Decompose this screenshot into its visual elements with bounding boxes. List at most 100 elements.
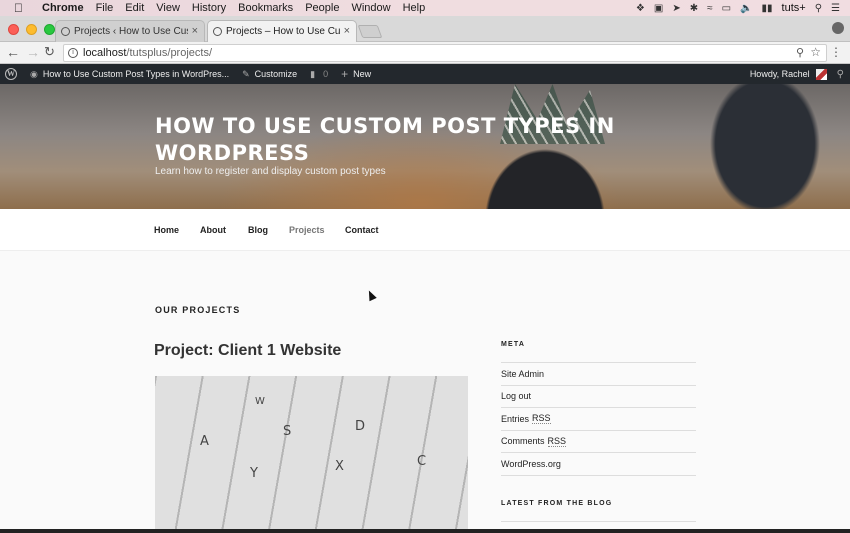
tab-strip: Projects ‹ How to Use Custom Post Types … xyxy=(0,16,850,42)
close-tab-icon[interactable]: × xyxy=(344,25,350,37)
spotlight-icon[interactable]: ⚲ xyxy=(815,3,822,14)
new-tab-button[interactable] xyxy=(357,25,383,38)
post-title[interactable]: Project: Client 1 Website xyxy=(154,342,341,360)
link-label: Site Admin xyxy=(501,368,545,379)
meta-widget-title: META xyxy=(501,341,526,348)
address-bar[interactable]: i localhost/tutsplus/projects/ ⚲ ☆ xyxy=(63,44,827,62)
latest-blog-widget-title: LATEST FROM THE BLOG xyxy=(501,500,613,507)
airplay-icon[interactable]: ▭ xyxy=(722,3,731,14)
bookmark-star-icon[interactable]: ☆ xyxy=(810,45,821,59)
fullscreen-window-button[interactable] xyxy=(44,24,55,35)
menu-app-chrome[interactable]: Chrome xyxy=(42,2,84,14)
nav-about[interactable]: About xyxy=(200,225,226,235)
forward-arrow-icon[interactable]: → xyxy=(26,44,40,60)
battery-icon[interactable]: ▮▮ xyxy=(762,3,773,14)
menu-view[interactable]: View xyxy=(156,2,180,14)
info-icon[interactable]: i xyxy=(68,48,78,58)
apple-icon[interactable]:  xyxy=(14,1,26,15)
tab-projects-admin[interactable]: Projects ‹ How to Use Custom Post Types … xyxy=(55,20,205,42)
url-host: localhost xyxy=(83,47,127,59)
comment-count: 0 xyxy=(323,69,329,79)
key-glyph: A xyxy=(200,434,209,449)
wifi-icon[interactable]: ≈ xyxy=(707,3,713,14)
nav-blog[interactable]: Blog xyxy=(248,225,268,235)
site-header: How to Use Custom Post Types in WordPres… xyxy=(0,84,850,209)
link-label: Entries xyxy=(501,413,530,424)
admin-site-name-label: How to Use Custom Post Types in WordPres… xyxy=(42,69,230,79)
admin-account[interactable]: Howdy, Rachel ⚲ xyxy=(750,64,844,84)
menu-edit[interactable]: Edit xyxy=(125,2,144,14)
rss-abbr: RSS xyxy=(532,413,551,425)
link-label: Log out xyxy=(501,391,532,402)
tab-label: Projects ‹ How to Use Custom Post Types xyxy=(74,26,188,37)
howdy-label: Howdy, Rachel xyxy=(749,69,810,79)
admin-comments[interactable]: ▮ 0 xyxy=(310,69,328,80)
site-title[interactable]: How to Use Custom Post Types in WordPres… xyxy=(155,113,655,167)
minimize-window-button[interactable] xyxy=(26,24,37,35)
key-glyph: Y xyxy=(250,466,258,481)
menu-file[interactable]: File xyxy=(96,2,114,14)
wordpress-favicon-icon xyxy=(61,27,70,36)
zoom-icon[interactable]: ⚲ xyxy=(796,46,804,59)
reload-icon[interactable]: ↻ xyxy=(44,44,55,60)
user-menu-label[interactable]: tuts+ xyxy=(782,2,806,14)
meta-site-admin-link[interactable]: Site Admin xyxy=(501,363,696,386)
nav-projects[interactable]: Projects xyxy=(289,225,325,235)
search-icon[interactable]: ⚲ xyxy=(837,69,844,80)
admin-new[interactable]: + New xyxy=(341,67,371,81)
key-glyph: D xyxy=(355,419,366,434)
key-glyph: W xyxy=(255,396,265,407)
customize-label: Customize xyxy=(254,69,298,79)
admin-site-name[interactable]: ◉ How to Use Custom Post Types in WordPr… xyxy=(30,69,229,80)
meta-comments-rss-link[interactable]: Comments RSS xyxy=(501,431,696,453)
bluetooth-icon[interactable]: ✱ xyxy=(690,3,698,14)
meta-entries-rss-link[interactable]: Entries RSS xyxy=(501,408,696,431)
comment-icon: ▮ xyxy=(310,68,316,79)
meta-log-out-link[interactable]: Log out xyxy=(501,386,696,408)
post-thumbnail[interactable]: A S D Y X C W xyxy=(155,376,468,533)
brush-icon: ✎ xyxy=(242,68,250,79)
primary-nav: Home About Blog Projects Contact xyxy=(0,209,850,251)
menu-help[interactable]: Help xyxy=(403,2,426,14)
new-label: New xyxy=(353,69,372,79)
tab-projects-site[interactable]: Projects – How to Use Custom Post Types … xyxy=(207,20,357,42)
profile-icon[interactable] xyxy=(832,22,844,34)
key-glyph: C xyxy=(417,454,427,469)
link-label: Comments xyxy=(501,436,545,447)
url-path: /tutsplus/projects/ xyxy=(126,47,213,59)
close-window-button[interactable] xyxy=(8,24,19,35)
menu-history[interactable]: History xyxy=(192,2,226,14)
window-controls xyxy=(8,24,55,35)
wordpress-logo-icon[interactable]: W xyxy=(5,68,17,80)
camera-icon[interactable]: ▣ xyxy=(654,3,663,14)
close-tab-icon[interactable]: × xyxy=(192,25,198,37)
tab-label: Projects – How to Use Custom Post Types xyxy=(226,26,340,37)
wp-admin-bar: W ◉ How to Use Custom Post Types in Word… xyxy=(0,64,850,84)
menu-window[interactable]: Window xyxy=(351,2,390,14)
nav-contact[interactable]: Contact xyxy=(345,225,379,235)
mouse-cursor-icon xyxy=(365,288,377,302)
site-tagline: Learn how to register and display custom… xyxy=(155,166,386,177)
link-label: WordPress.org xyxy=(501,458,561,469)
admin-customize[interactable]: ✎ Customize xyxy=(242,69,297,80)
rss-abbr: RSS xyxy=(547,435,567,447)
meta-list: Site Admin Log out Entries RSS Comments RS… xyxy=(501,362,696,476)
dropbox-icon[interactable]: ❖ xyxy=(636,3,645,14)
nav-home[interactable]: Home xyxy=(154,225,179,235)
notification-center-icon[interactable]: ☰ xyxy=(831,3,840,14)
avatar xyxy=(815,68,827,80)
browser-toolbar: ← → ↻ i localhost/tutsplus/projects/ ⚲ ☆… xyxy=(0,42,850,64)
key-glyph: X xyxy=(335,459,344,474)
page-title: OUR PROJECTS xyxy=(155,305,241,315)
wordpress-favicon-icon xyxy=(213,27,222,36)
dashboard-icon: ◉ xyxy=(30,68,38,79)
back-arrow-icon[interactable]: ← xyxy=(6,44,20,60)
location-icon[interactable]: ➤ xyxy=(672,3,680,14)
menu-bookmarks[interactable]: Bookmarks xyxy=(238,2,293,14)
meta-wordpress-org-link[interactable]: WordPress.org xyxy=(501,453,696,476)
screen-bottom-edge xyxy=(0,529,850,533)
macos-menu-bar:  Chrome File Edit View History Bookmark… xyxy=(0,0,850,16)
chrome-menu-icon[interactable]: ⋮ xyxy=(830,45,842,59)
menu-people[interactable]: People xyxy=(305,2,339,14)
volume-icon[interactable]: 🔈 xyxy=(740,3,752,14)
